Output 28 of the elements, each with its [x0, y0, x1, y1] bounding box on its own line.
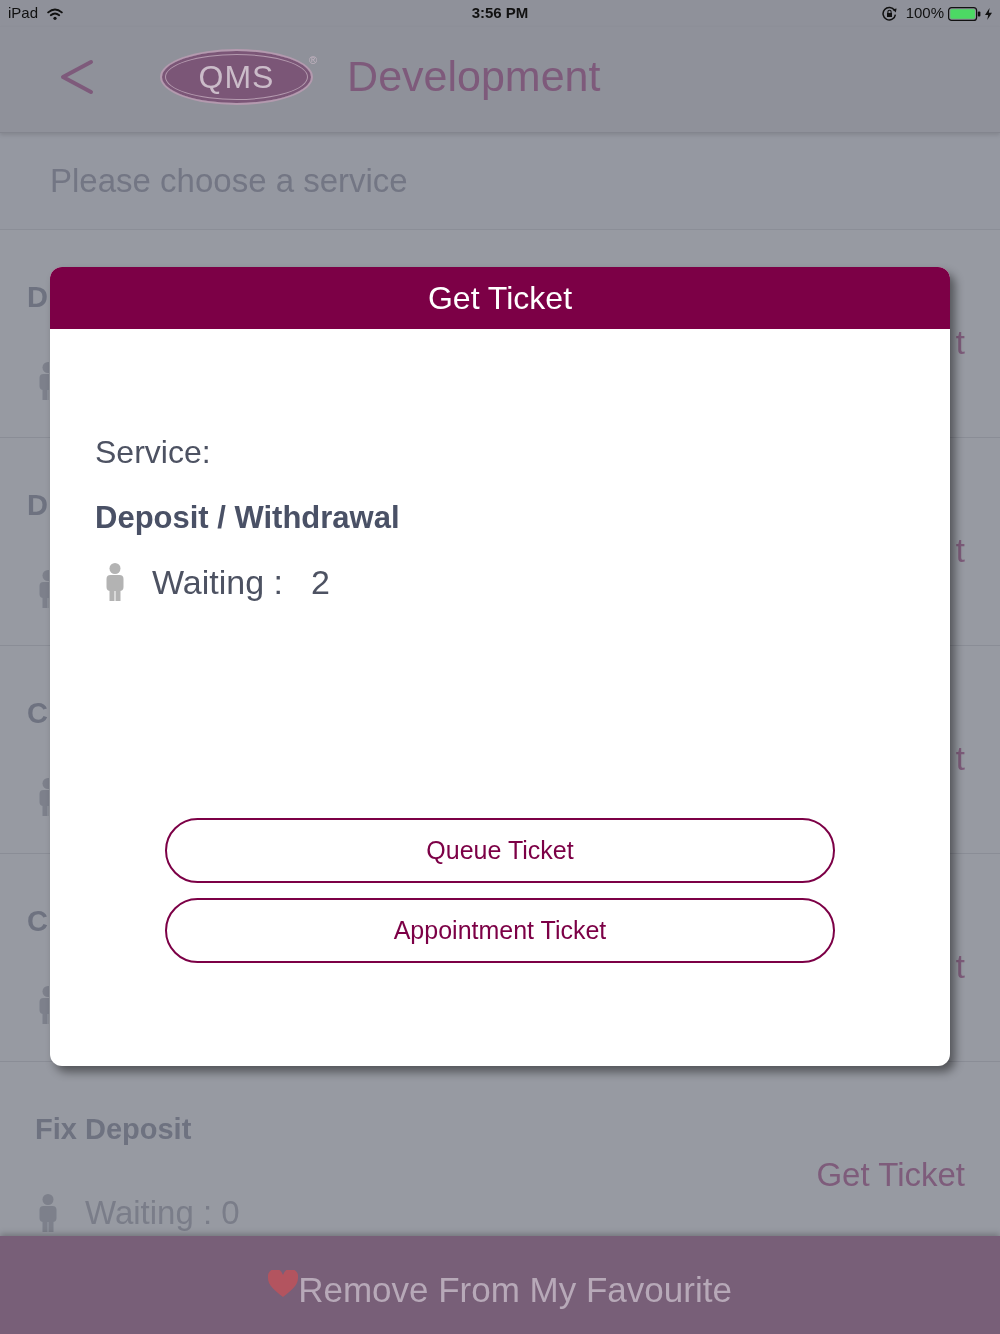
- charging-bolt-icon: [985, 7, 992, 20]
- chevron-left-icon: [60, 58, 94, 95]
- clock-time: 3:56 PM: [471, 3, 529, 24]
- rotation-lock-icon: [881, 6, 897, 21]
- person-icon: [38, 362, 49, 400]
- service-name: Deposit / Withdrawal: [95, 499, 400, 537]
- waiting-count: 2: [311, 562, 330, 602]
- ticket-option-button[interactable]: Appointment Ticket: [165, 898, 835, 963]
- get-ticket-button[interactable]: t: [955, 530, 965, 571]
- dialog-title: Get Ticket: [427, 279, 572, 317]
- battery-icon: [948, 6, 981, 21]
- waiting-label: Waiting :: [152, 562, 283, 602]
- heart-icon: [268, 1269, 299, 1297]
- person-icon: [38, 986, 49, 1024]
- service-label: Service:: [95, 433, 211, 471]
- battery-percent: 100%: [905, 3, 944, 24]
- device-name: iPad: [8, 3, 39, 24]
- get-ticket-button[interactable]: Get Ticket: [816, 1154, 965, 1195]
- person-icon: [38, 1194, 58, 1232]
- remove-favourite-button[interactable]: Remove From My Favourite: [0, 1236, 1000, 1334]
- person-icon: [38, 778, 49, 816]
- wifi-icon: [47, 7, 64, 20]
- get-ticket-button[interactable]: t: [955, 322, 965, 363]
- get-ticket-button[interactable]: t: [955, 738, 965, 779]
- ticket-option-button[interactable]: Queue Ticket: [165, 818, 835, 883]
- get-ticket-button[interactable]: t: [955, 946, 965, 987]
- person-icon: [105, 563, 125, 601]
- person-icon: [38, 570, 49, 608]
